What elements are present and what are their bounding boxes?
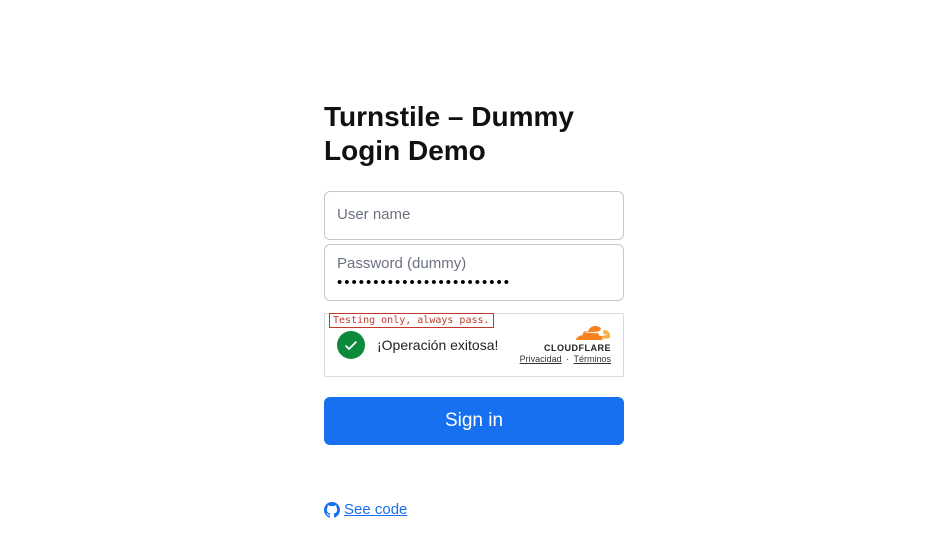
turnstile-success-text: ¡Operación exitosa! xyxy=(377,337,520,353)
separator: · xyxy=(566,354,569,364)
username-field-group[interactable]: User name xyxy=(324,191,624,240)
cloudflare-logo-icon: CLOUDFLARE xyxy=(520,326,611,354)
testing-badge: Testing only, always pass. xyxy=(329,313,494,328)
password-label: Password (dummy) xyxy=(337,255,611,272)
see-code-link[interactable]: See code xyxy=(324,501,407,518)
see-code-label: See code xyxy=(344,501,407,518)
signin-button[interactable]: Sign in xyxy=(324,397,624,445)
turnstile-widget: Testing only, always pass. ¡Operación ex… xyxy=(324,313,624,377)
privacy-link[interactable]: Privacidad xyxy=(520,354,562,364)
password-input[interactable] xyxy=(337,274,611,291)
terms-link[interactable]: Términos xyxy=(573,354,611,364)
page-title: Turnstile – Dummy Login Demo xyxy=(324,100,624,167)
cloudflare-branding: CLOUDFLARE Privacidad · Términos xyxy=(520,326,611,365)
cloudflare-wordmark: CLOUDFLARE xyxy=(520,344,611,354)
github-icon xyxy=(324,502,340,518)
password-field-group[interactable]: Password (dummy) xyxy=(324,244,624,301)
username-label: User name xyxy=(337,206,611,223)
check-circle-icon xyxy=(337,331,365,359)
